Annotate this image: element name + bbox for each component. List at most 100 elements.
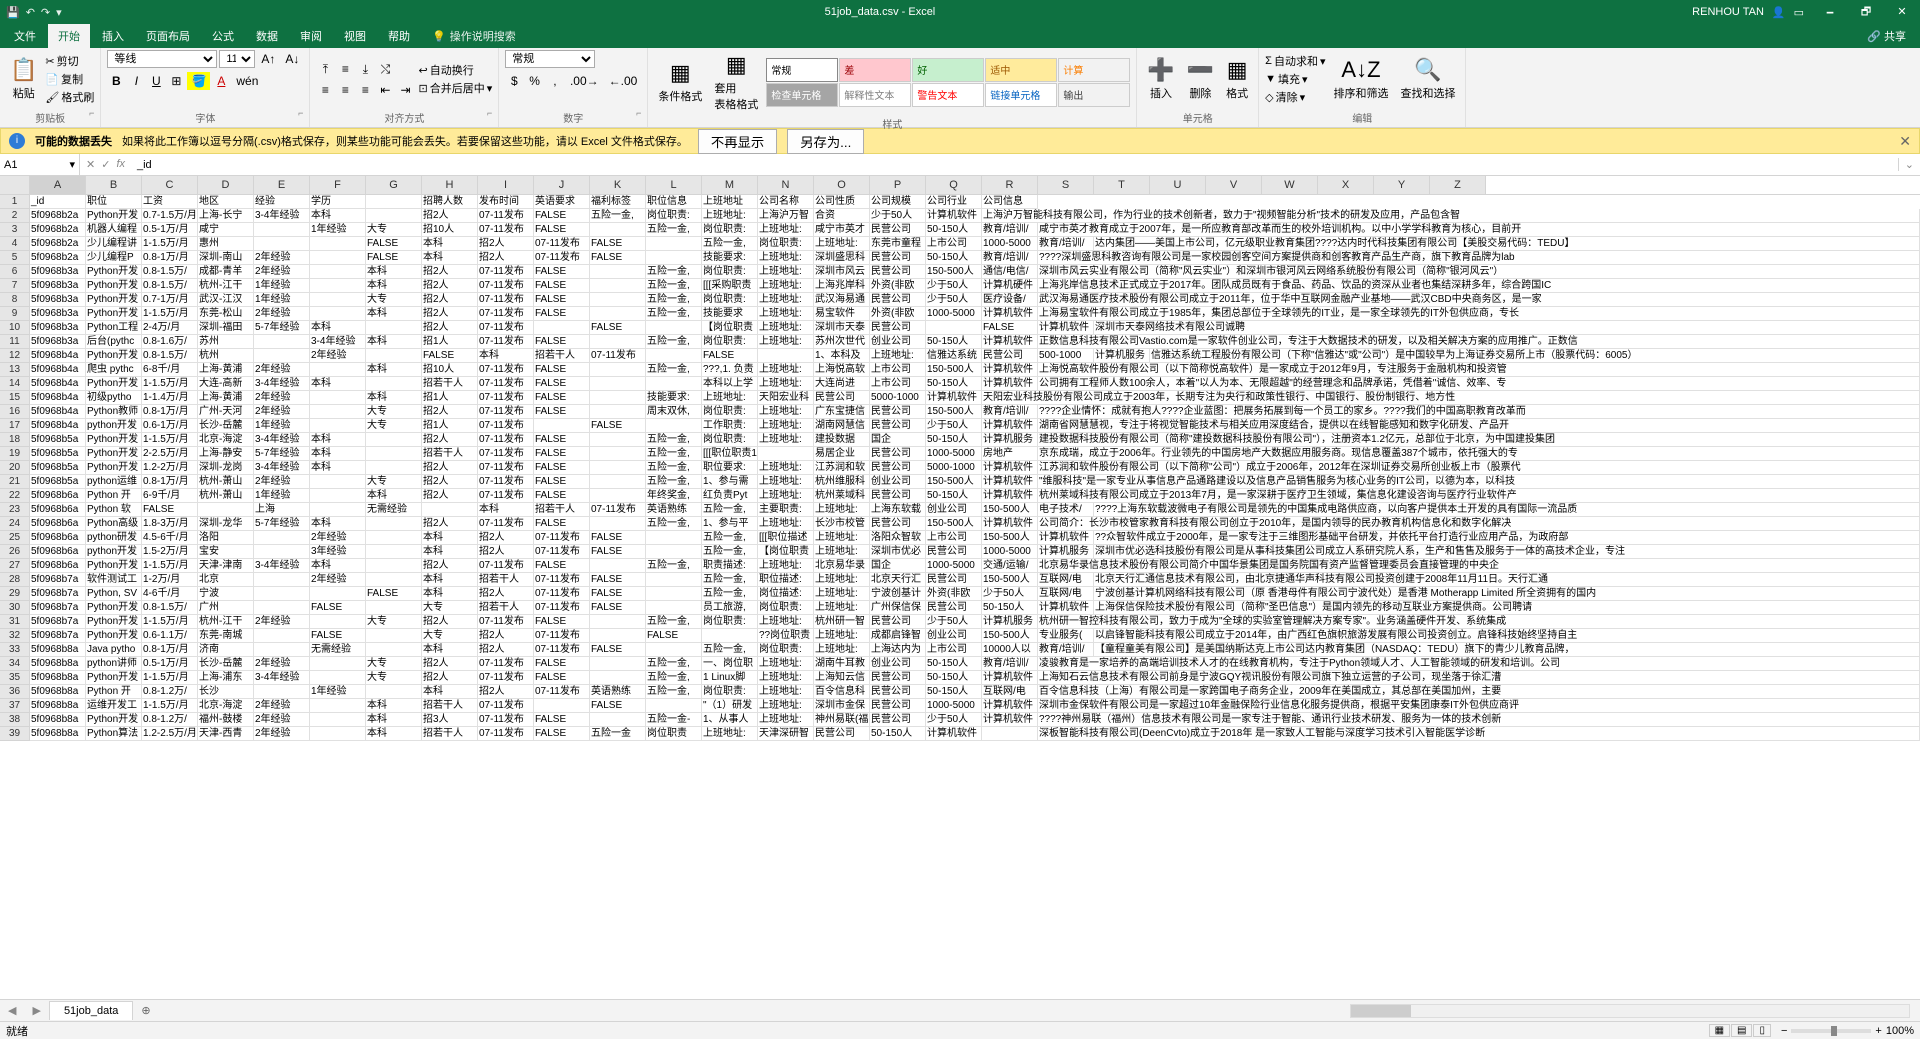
cell[interactable]: 0.7-1.5万/月	[142, 209, 198, 223]
cell[interactable]: 深圳-南山	[198, 251, 254, 265]
cell[interactable]: 07-11发布	[534, 531, 590, 545]
save-icon[interactable]: 💾	[6, 6, 20, 19]
cell[interactable]	[590, 517, 646, 531]
cell[interactable]: 电子技术/	[1038, 503, 1094, 517]
cell[interactable]: 150-500人	[982, 573, 1038, 587]
cell[interactable]	[366, 461, 422, 475]
cell[interactable]: 2年经验	[254, 475, 310, 489]
cell[interactable]: 50-150人	[926, 377, 982, 391]
cell[interactable]: 红负责Pyt	[702, 489, 758, 503]
cell[interactable]: 5f0968b5a	[30, 461, 86, 475]
cell[interactable]: 5f0968b4a	[30, 377, 86, 391]
cell[interactable]: 0.8-1万/月	[142, 643, 198, 657]
cell[interactable]: Python开发	[86, 671, 142, 685]
cell[interactable]: 计算机软件	[982, 377, 1038, 391]
cell[interactable]: 岗位职责:	[758, 237, 814, 251]
cell[interactable]: 技能要求:	[646, 391, 702, 405]
cell[interactable]: 大专	[366, 657, 422, 671]
cell[interactable]: 5f0968b8a	[30, 699, 86, 713]
cell[interactable]: 1-2万/月	[142, 573, 198, 587]
cell[interactable]: FALSE	[534, 265, 590, 279]
cond-format-button[interactable]: ▦条件格式	[654, 58, 706, 106]
cell[interactable]: 1-1.4万/月	[142, 391, 198, 405]
cell[interactable]: 教育/培训/	[1038, 237, 1094, 251]
cell[interactable]: FALSE	[590, 321, 646, 335]
cell[interactable]: 易宝软件	[814, 307, 870, 321]
cell[interactable]: 民营公司	[870, 293, 926, 307]
cell[interactable]: 07-11发布	[478, 657, 534, 671]
cell[interactable]: Python 开	[86, 489, 142, 503]
cell[interactable]: 1000-5000	[926, 447, 982, 461]
cell[interactable]: FALSE	[982, 321, 1038, 335]
cell[interactable]: 计算机硬件	[982, 279, 1038, 293]
cell[interactable]: 民营公司	[814, 391, 870, 405]
row-header[interactable]: 39	[0, 727, 30, 741]
cell[interactable]: 1-1.5万/月	[142, 237, 198, 251]
cell[interactable]: 本科	[366, 713, 422, 727]
cell[interactable]: 6-8千/月	[142, 363, 198, 377]
cell[interactable]: 外资(非欧	[926, 587, 982, 601]
cell[interactable]: 3-4年经验	[254, 461, 310, 475]
row-header[interactable]: 7	[0, 279, 30, 293]
cell[interactable]: ???,1. 负责	[702, 363, 758, 377]
cell[interactable]: 职位要求:	[702, 461, 758, 475]
user-avatar-icon[interactable]: 👤	[1772, 6, 1786, 19]
cell[interactable]: FALSE	[534, 377, 590, 391]
cell[interactable]: 咸宁市英才	[814, 223, 870, 237]
cell[interactable]: 民营公司	[870, 671, 926, 685]
cell[interactable]: "维服科技"是一家专业从事信息产品通路建设以及信息产品销售服务为核心业务的IT公…	[1038, 475, 1920, 489]
cell[interactable]: Python开发	[86, 447, 142, 461]
cell[interactable]: 招2人	[422, 475, 478, 489]
cell[interactable]: 公司行业	[926, 195, 982, 209]
tab-file[interactable]: 文件	[4, 24, 46, 48]
column-header[interactable]: D	[198, 176, 254, 194]
cell[interactable]: 少于50人	[870, 209, 926, 223]
cell[interactable]: Python开发	[86, 615, 142, 629]
cell[interactable]: 07-11发布	[478, 559, 534, 573]
cell[interactable]: 职责描述:	[702, 559, 758, 573]
cell[interactable]: 1-1.5万/月	[142, 377, 198, 391]
cell[interactable]: 五险一金,	[590, 209, 646, 223]
format-table-button[interactable]: ▦套用 表格格式	[710, 50, 762, 114]
cell[interactable]: 计算机服务	[982, 615, 1038, 629]
cell[interactable]	[590, 363, 646, 377]
cell[interactable]: 京东成瑞，成立于2006年。行业领先的中国房地产大数据应用服务商。现信息覆盖38…	[1038, 447, 1920, 461]
cell[interactable]: 本科	[310, 433, 366, 447]
cell[interactable]: 计算机软件	[982, 671, 1038, 685]
cell[interactable]: 5f0968b3a	[30, 321, 86, 335]
cell[interactable]: 07-11发布	[478, 391, 534, 405]
style-cell[interactable]: 好	[912, 58, 984, 82]
cell[interactable]: 上班地址:	[814, 503, 870, 517]
cell[interactable]	[310, 657, 366, 671]
cell[interactable]: python运维	[86, 475, 142, 489]
cell[interactable]	[590, 377, 646, 391]
cell[interactable]: 招聘人数	[422, 195, 478, 209]
cell[interactable]: 五险一金,	[702, 545, 758, 559]
cell[interactable]: 上班地址:	[814, 545, 870, 559]
cell[interactable]: 岗位职责:	[702, 293, 758, 307]
cell[interactable]: 本科	[310, 559, 366, 573]
cell[interactable]: 6-9千/月	[142, 489, 198, 503]
cell[interactable]: 宁波创基计	[870, 587, 926, 601]
share-button[interactable]: 🔗 共享	[1857, 24, 1916, 48]
cell[interactable]: 公司信息	[982, 195, 1038, 209]
cell[interactable]: 民营公司	[870, 615, 926, 629]
cell[interactable]: FALSE	[310, 629, 366, 643]
name-box[interactable]: A1▾	[0, 154, 80, 175]
cell[interactable]: 北京易华录信息技术股份有限公司简介中国华景集团是国务院国有资产监督管理委员会直接…	[1038, 559, 1920, 573]
cell[interactable]: 1.2-2.5万/月	[142, 727, 198, 741]
cell[interactable]: 上班地址:	[870, 349, 926, 363]
cell[interactable]: 07-11发布	[478, 727, 534, 741]
cell[interactable]: 岗位职责:	[702, 685, 758, 699]
cell[interactable]: 3-4年经验	[254, 377, 310, 391]
cell[interactable]: 五险一金,	[646, 335, 702, 349]
cell[interactable]	[702, 629, 758, 643]
cell[interactable]: FALSE	[590, 601, 646, 615]
cell[interactable]: FALSE	[534, 223, 590, 237]
cell[interactable]: FALSE	[590, 699, 646, 713]
cell[interactable]: 创业公司	[926, 629, 982, 643]
cell[interactable]: 五险一金,	[646, 293, 702, 307]
wrap-text-button[interactable]: ↩ 自动换行	[419, 62, 493, 78]
cell[interactable]	[590, 713, 646, 727]
row-header[interactable]: 14	[0, 377, 30, 391]
